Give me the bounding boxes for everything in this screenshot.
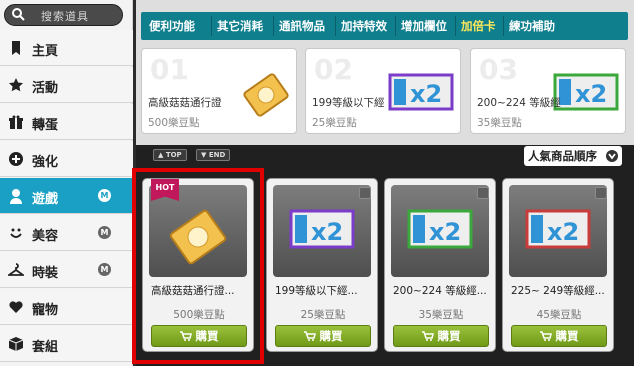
product-price: 35樂豆點 — [418, 309, 464, 321]
item-name: 200~224 等級經 — [477, 97, 561, 109]
buy-label: 購買 — [319, 329, 343, 343]
svg-text:x2: x2 — [575, 80, 607, 108]
product-name: 225~ 249等級經... — [511, 285, 605, 297]
item-price: 25樂豆點 — [312, 117, 357, 129]
sidebar-item-gacha[interactable]: 轉蛋 — [0, 104, 133, 140]
product-card[interactable]: x2 225~ 249等級經... 45樂豆點 購買 — [502, 178, 614, 352]
select-checkbox[interactable] — [359, 187, 371, 199]
tab-communication[interactable]: 通訊物品 — [279, 18, 325, 34]
bookmark-icon — [12, 41, 20, 55]
cart-icon — [539, 331, 552, 341]
gift-box-icon — [9, 115, 23, 129]
product-name: 199等級以下經... — [275, 285, 358, 297]
sidebar-item-label: 套組 — [32, 340, 59, 355]
svg-text:x2: x2 — [410, 80, 442, 108]
product-price: 25樂豆點 — [300, 309, 346, 321]
plus-circle-icon — [9, 152, 23, 166]
search-input[interactable]: 搜索道具 — [4, 4, 123, 26]
sidebar-item-label: 遊戲 — [32, 192, 59, 207]
tab-multiplier-card[interactable]: 加倍卡 — [461, 18, 496, 34]
end-button[interactable]: ▼ END — [196, 149, 231, 161]
cart-icon — [421, 331, 434, 341]
buy-button[interactable]: 購買 — [511, 325, 607, 347]
top-button[interactable]: ▲ TOP — [153, 149, 187, 161]
product-image: x2 — [273, 185, 371, 277]
item-price: 35樂豆點 — [477, 117, 522, 129]
sidebar-item-pet[interactable]: 寵物 — [0, 289, 133, 325]
item-price: 500樂豆點 — [148, 117, 200, 129]
tab-other-consumables[interactable]: 其它消耗 — [217, 18, 263, 34]
m-badge: M — [98, 263, 111, 276]
tab-buff-effects[interactable]: 加持特效 — [341, 18, 387, 34]
svg-text:x2: x2 — [547, 218, 579, 246]
sidebar-item-beauty[interactable]: 美容 M — [0, 215, 133, 251]
exp-coupon-icon: x2 — [289, 209, 355, 249]
category-tabs: 便利功能 其它消耗 通訊物品 加持特效 增加欄位 加倍卡 練功補助 — [141, 12, 628, 40]
sidebar-item-events[interactable]: 活動 — [0, 67, 133, 103]
select-checkbox[interactable] — [595, 187, 607, 199]
sort-select[interactable]: 人氣商品順序 — [524, 146, 622, 166]
item-name: 高級菇菇通行證 — [148, 97, 222, 109]
featured-card[interactable]: 02 x2 199等級以下經 25樂豆點 — [305, 48, 461, 134]
sidebar-item-label: 寵物 — [32, 303, 59, 318]
svg-text:x2: x2 — [429, 218, 461, 246]
sidebar-item-enhance[interactable]: 強化 — [0, 141, 133, 177]
featured-card[interactable]: 01 高級菇菇通行證 500樂豆點 — [141, 48, 297, 134]
buy-button[interactable]: 購買 — [275, 325, 371, 347]
rank-number: 01 — [150, 53, 189, 86]
sidebar: 搜索道具 主頁 活動 轉蛋 強化 遊戲 M 美容 M 時裝 M 寵物 套組 — [0, 0, 133, 366]
face-icon — [10, 228, 22, 238]
tab-add-slots[interactable]: 增加欄位 — [401, 18, 447, 34]
tab-convenience[interactable]: 便利功能 — [149, 18, 195, 34]
product-card[interactable]: x2 200~224 等級經... 35樂豆點 購買 — [384, 178, 496, 352]
m-badge: M — [98, 189, 111, 202]
m-badge: M — [98, 226, 111, 239]
tab-training-aid[interactable]: 練功補助 — [509, 18, 555, 34]
heart-icon — [9, 301, 23, 313]
sidebar-item-label: 強化 — [32, 155, 59, 170]
sort-label: 人氣商品順序 — [528, 149, 597, 163]
buy-label: 購買 — [555, 329, 579, 343]
star-icon — [9, 78, 23, 92]
hanger-icon — [8, 263, 24, 276]
sidebar-item-fashion[interactable]: 時裝 M — [0, 252, 133, 288]
sidebar-item-label: 主頁 — [32, 44, 59, 59]
product-image: x2 — [391, 185, 489, 277]
product-price: 45樂豆點 — [536, 309, 582, 321]
rank-number: 03 — [479, 53, 518, 86]
sidebar-item-label: 活動 — [32, 81, 59, 96]
exp-coupon-icon: x2 — [525, 209, 591, 249]
package-icon — [8, 337, 24, 351]
buy-label: 購買 — [437, 329, 461, 343]
svg-text:x2: x2 — [311, 218, 343, 246]
buy-button[interactable]: 購買 — [393, 325, 489, 347]
product-image: x2 — [509, 185, 607, 277]
featured-card[interactable]: 03 x2 200~224 等級經 35樂豆點 — [470, 48, 626, 134]
sidebar-item-home[interactable]: 主頁 — [0, 30, 133, 66]
character-icon — [10, 189, 22, 204]
item-name: 199等級以下經 — [312, 97, 385, 109]
product-card[interactable]: x2 199等級以下經... 25樂豆點 購買 — [266, 178, 378, 352]
rank-number: 02 — [314, 53, 353, 86]
exp-coupon-icon: x2 — [407, 209, 473, 249]
cart-icon — [303, 331, 316, 341]
search-icon — [12, 8, 25, 21]
chevron-down-icon — [606, 150, 618, 162]
highlight-box — [132, 168, 264, 364]
sidebar-item-game[interactable]: 遊戲 M — [0, 178, 133, 214]
search-placeholder: 搜索道具 — [41, 10, 89, 23]
sidebar-item-label: 時裝 — [32, 266, 59, 281]
select-checkbox[interactable] — [477, 187, 489, 199]
sidebar-item-label: 美容 — [32, 229, 59, 244]
sidebar-item-package[interactable]: 套組 — [0, 326, 133, 362]
sidebar-item-label: 轉蛋 — [32, 118, 59, 133]
product-name: 200~224 等級經... — [393, 285, 487, 297]
